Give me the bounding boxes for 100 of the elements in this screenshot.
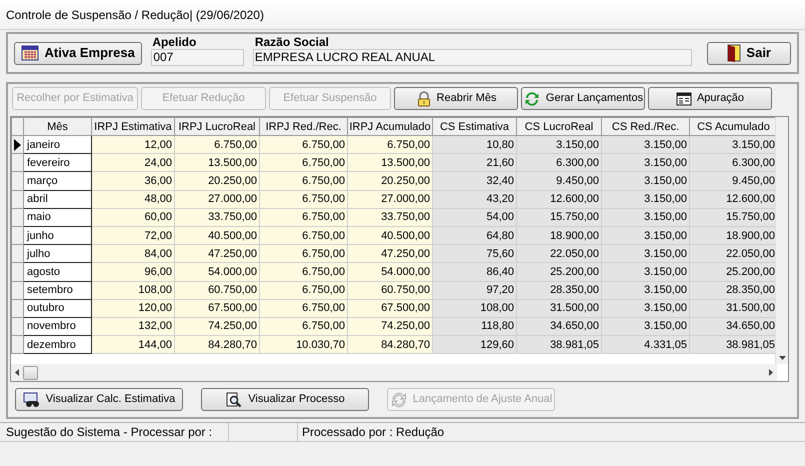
- table-cell: 36,00: [92, 172, 174, 190]
- action-button[interactable]: Reabrir Mês: [394, 87, 518, 110]
- door-icon: [727, 44, 742, 62]
- left-arrow-icon[interactable]: [15, 369, 19, 376]
- table-cell: 33.750,00: [348, 208, 432, 226]
- table-cell: 31.500,00: [516, 299, 602, 318]
- scroll-thumb[interactable]: [23, 366, 38, 380]
- status-text: Processado por : Redução: [302, 424, 444, 441]
- table-cell: 6.750,00: [348, 136, 432, 154]
- table-cell: 3.150,00: [602, 190, 690, 208]
- table-cell: 6.750,00: [260, 154, 348, 172]
- exit-button[interactable]: Sair: [707, 42, 791, 64]
- table-cell: 38.981,05: [516, 336, 602, 354]
- table-cell: 54.000,00: [174, 262, 260, 281]
- horizontal-scrollbar[interactable]: [11, 364, 777, 381]
- refresh-icon: [522, 90, 541, 106]
- table-cell: 6.750,00: [260, 208, 348, 226]
- table-cell: 84.280,70: [174, 336, 260, 354]
- table-cell: 6.750,00: [260, 172, 348, 190]
- table-cell: 3.150,00: [602, 136, 690, 154]
- table-cell: agosto: [24, 262, 92, 281]
- column-header[interactable]: CS LucroReal: [516, 118, 602, 136]
- column-header[interactable]: CS Estimativa: [432, 118, 516, 136]
- table-cell: 25.200,00: [516, 262, 602, 281]
- column-header[interactable]: CS Red./Rec.: [602, 118, 690, 136]
- table-cell: 10,80: [432, 136, 516, 154]
- table-cell: 6.750,00: [260, 299, 348, 318]
- column-header[interactable]: IRPJ LucroReal: [174, 118, 260, 136]
- table-cell: 33.750,00: [174, 208, 260, 226]
- table-cell: 74.250,00: [348, 317, 432, 336]
- table-cell: 3.150,00: [602, 226, 690, 245]
- down-arrow-icon[interactable]: [778, 356, 786, 360]
- table-cell: janeiro: [24, 136, 92, 154]
- table-cell: 12.600,00: [690, 190, 776, 208]
- table-cell: abril: [24, 190, 92, 208]
- table-cell: fevereiro: [24, 154, 92, 172]
- table-cell: 118,80: [432, 317, 516, 336]
- table-cell: 6.750,00: [260, 190, 348, 208]
- vertical-scrollbar[interactable]: [775, 117, 788, 364]
- column-header[interactable]: Mês: [24, 118, 92, 136]
- action-button[interactable]: Visualizar Calc. Estimativa: [15, 388, 183, 411]
- nickname-field[interactable]: 007: [151, 48, 244, 66]
- table-cell: 32,40: [432, 172, 516, 190]
- table-cell: 129,60: [432, 336, 516, 354]
- table-cell: 84.280,70: [348, 336, 432, 354]
- table-cell: 67.500,00: [174, 299, 260, 318]
- table-cell: 3.150,00: [516, 136, 602, 154]
- column-header[interactable]: IRPJ Acumulado: [348, 118, 432, 136]
- table-cell: 13.500,00: [348, 154, 432, 172]
- table-cell: 3.150,00: [602, 208, 690, 226]
- column-header[interactable]: IRPJ Estimativa: [92, 118, 174, 136]
- table-cell: 10.030,70: [260, 336, 348, 354]
- action-button[interactable]: Gerar Lançamentos: [521, 87, 645, 110]
- company-name-field[interactable]: EMPRESA LUCRO REAL ANUAL: [252, 48, 692, 66]
- column-header[interactable]: IRPJ Red./Rec.: [260, 118, 348, 136]
- table-cell: 3.150,00: [602, 244, 690, 263]
- table-cell: outubro: [24, 299, 92, 318]
- activate-company-button[interactable]: Ativa Empresa: [14, 42, 142, 64]
- nickname-label: Apelido: [151, 34, 196, 48]
- table-cell: 22.050,00: [690, 244, 776, 263]
- table-cell: 60,00: [92, 208, 174, 226]
- table-cell: 15.750,00: [690, 208, 776, 226]
- table-cell: 60.750,00: [348, 281, 432, 300]
- table-cell: 9.450,00: [690, 172, 776, 190]
- table-cell: 75,60: [432, 244, 516, 263]
- table-cell: 96,00: [92, 262, 174, 281]
- table-cell: 22.050,00: [516, 244, 602, 263]
- table-cell: 3.150,00: [602, 281, 690, 300]
- table-cell: 6.300,00: [516, 154, 602, 172]
- table-cell: 64,80: [432, 226, 516, 245]
- table-cell: 6.750,00: [260, 226, 348, 245]
- action-button[interactable]: Visualizar Processo: [201, 388, 369, 411]
- right-arrow-icon[interactable]: [769, 369, 773, 376]
- table-cell: 9.450,00: [516, 172, 602, 190]
- table-cell: 13.500,00: [174, 154, 260, 172]
- table-cell: 74.250,00: [174, 317, 260, 336]
- column-header[interactable]: CS Acumulado: [690, 118, 776, 136]
- table-cell: 31.500,00: [690, 299, 776, 318]
- table-cell: 34.650,00: [690, 317, 776, 336]
- status-text: Sugestão do Sistema - Processar por :: [6, 424, 212, 441]
- table-cell: 24,00: [92, 154, 174, 172]
- table-cell: 38.981,05: [690, 336, 776, 354]
- table-cell: 20.250,00: [348, 172, 432, 190]
- table-cell: 27.000,00: [348, 190, 432, 208]
- table-cell: 132,00: [92, 317, 174, 336]
- table-cell: 40.500,00: [348, 226, 432, 245]
- table-cell: 43,20: [432, 190, 516, 208]
- company-name-label: Razão Social: [254, 34, 329, 48]
- table-cell: 54.000,00: [348, 262, 432, 281]
- table-cell: 15.750,00: [516, 208, 602, 226]
- table-cell: 108,00: [92, 281, 174, 300]
- table-cell: 4.331,05: [602, 336, 690, 354]
- action-button[interactable]: Apuração: [648, 87, 772, 110]
- table-cell: 28.350,00: [690, 281, 776, 300]
- table-cell: 47.250,00: [348, 244, 432, 263]
- table-cell: 25.200,00: [690, 262, 776, 281]
- table-cell: 54,00: [432, 208, 516, 226]
- table-cell: 18.900,00: [516, 226, 602, 245]
- form-icon: [676, 92, 692, 106]
- table-cell: 12.600,00: [516, 190, 602, 208]
